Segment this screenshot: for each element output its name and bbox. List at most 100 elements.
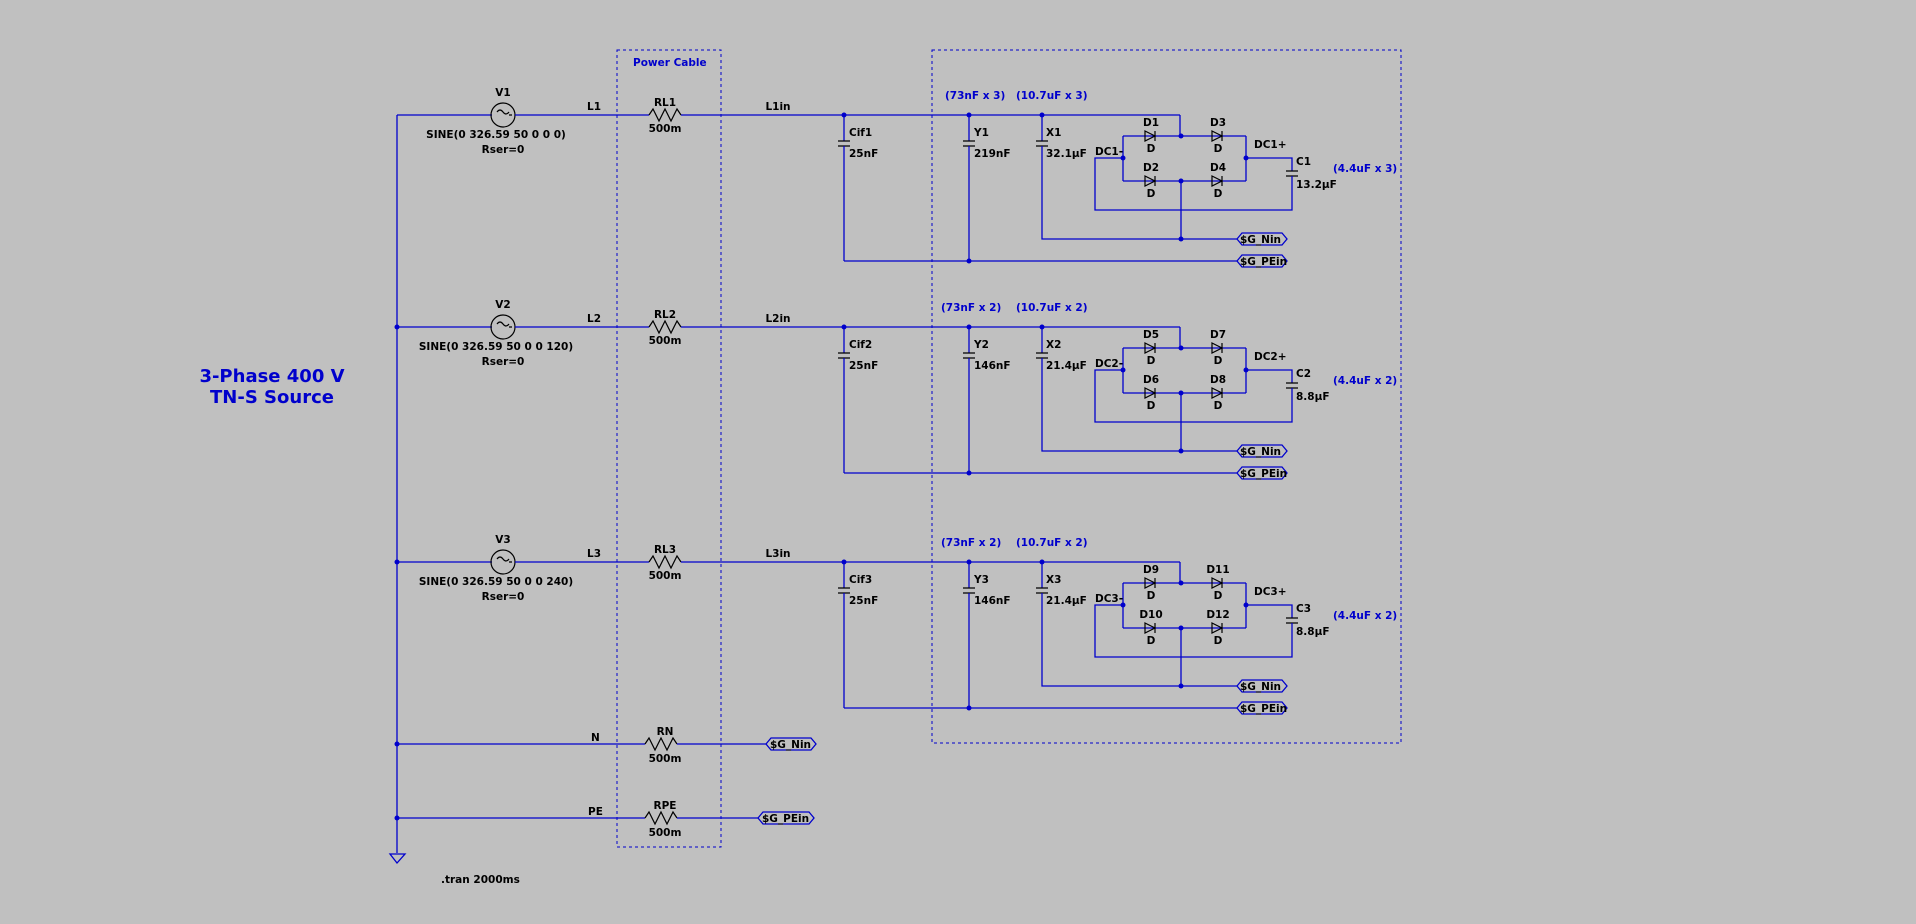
cable-res-value: 500m [649,123,682,135]
ground-symbol [388,853,407,865]
source-name: V2 [495,299,510,311]
x-note: (10.7uF x 3) [1016,90,1088,102]
dc-plus-label: DC1+ [1254,139,1287,151]
c-name: C1 [1296,156,1311,168]
dc-minus-label: DC3- [1095,593,1123,605]
diode-model: D [1214,400,1223,412]
rpe-value: 500m [649,827,682,839]
phase-row-1: V1 SINE(0 326.59 50 0 0 0) Rser=0 L1 RL1 500m… [397,87,1397,268]
c-note: (4.4uF x 2) [1333,610,1397,622]
source-rser: Rser=0 [482,144,525,156]
y-note: (73nF x 3) [945,90,1005,102]
svg-text:$G_Nin: $G_Nin [770,739,811,751]
phase-row-3: V3 SINE(0 326.59 50 0 0 240) Rser=0 L3 RL3 50… [394,534,1397,715]
dc-plus-label: DC2+ [1254,351,1287,363]
phase-net-label: L1 [587,101,601,113]
cif-value: 25nF [849,148,878,160]
earth-net-label: PE [588,806,603,818]
diode-model: D [1147,143,1156,155]
neutral-line: N RN 500m $G_Nin [394,726,817,765]
cable-res-value: 500m [649,570,682,582]
flag-pe-main: $G_PEin [757,811,815,825]
y-value: 146nF [974,360,1011,372]
diode-model: D [1214,355,1223,367]
c-note: (4.4uF x 2) [1333,375,1397,387]
cif-name: Cif1 [849,127,872,139]
c-name: C3 [1296,603,1311,615]
x-name: X3 [1046,574,1061,586]
flag-pe-1: $G_PEin [1236,254,1288,268]
diode-model: D [1147,400,1156,412]
cable-res-name: RL1 [654,97,676,109]
x-value: 21.4µF [1046,360,1087,372]
diode-name: D3 [1210,117,1226,129]
x-name: X1 [1046,127,1061,139]
y-note: (73nF x 2) [941,537,1001,549]
svg-text:$G_PEin: $G_PEin [762,813,809,825]
cif-name: Cif3 [849,574,872,586]
diode-name: D8 [1210,374,1226,386]
diode-name: D10 [1139,609,1162,621]
flag-pe-1-text: $G_PEin [1240,256,1287,268]
diode-name: D1 [1143,117,1159,129]
rn-name: RN [657,726,674,738]
c-value: 13.2µF [1296,179,1337,191]
neutral-net-label: N [591,732,600,744]
phase-net-label: L2 [587,313,601,325]
x-value: 21.4µF [1046,595,1087,607]
phase-in-net-label: L1in [765,101,790,113]
flag-pe-2-text: $G_PEin [1240,468,1287,480]
rpe-name: RPE [654,800,677,812]
source-rser: Rser=0 [482,591,525,603]
x-name: X2 [1046,339,1061,351]
phase-row-2: V2 SINE(0 326.59 50 0 0 120) Rser=0 L2 RL2 50… [394,299,1397,480]
flag-n-1-text: $G_Nin [1240,234,1281,246]
flag-n-main: $G_Nin [765,737,817,751]
y-name: Y2 [973,339,989,351]
diode-model: D [1214,635,1223,647]
y-name: Y3 [973,574,989,586]
diode-name: D7 [1210,329,1226,341]
source-value: SINE(0 326.59 50 0 0 120) [419,341,573,353]
y-name: Y1 [973,127,989,139]
cable-res-name: RL2 [654,309,676,321]
diode-name: D6 [1143,374,1159,386]
y-value: 219nF [974,148,1011,160]
diode-name: D12 [1206,609,1229,621]
rn-value: 500m [649,753,682,765]
x-note: (10.7uF x 2) [1016,537,1088,549]
flag-n-3-text: $G_Nin [1240,681,1281,693]
flag-n-1: $G_Nin [1236,232,1288,246]
source-name: V3 [495,534,510,546]
flag-pe-2: $G_PEin [1236,466,1288,480]
diode-name: D2 [1143,162,1159,174]
diode-name: D11 [1206,564,1229,576]
x-value: 32.1µF [1046,148,1087,160]
power-cable-label: Power Cable [633,57,707,69]
c-name: C2 [1296,368,1311,380]
diode-model: D [1147,635,1156,647]
flag-pe-3-text: $G_PEin [1240,703,1287,715]
cif-name: Cif2 [849,339,872,351]
phase-in-net-label: L3in [765,548,790,560]
flag-pe-3: $G_PEin [1236,701,1288,715]
flag-n-2: $G_Nin [1236,444,1288,458]
c-value: 8.8µF [1296,626,1330,638]
diode-name: D5 [1143,329,1159,341]
diode-model: D [1214,143,1223,155]
source-rser: Rser=0 [482,356,525,368]
cif-value: 25nF [849,360,878,372]
dc-minus-label: DC2- [1095,358,1123,370]
y-note: (73nF x 2) [941,302,1001,314]
tran-directive: .tran 2000ms [441,874,520,886]
y-value: 146nF [974,595,1011,607]
flag-n-2-text: $G_Nin [1240,446,1281,458]
schematic-canvas[interactable]: 3-Phase 400 V TN-S Source Power Cable .t… [0,0,1916,924]
cable-res-name: RL3 [654,544,676,556]
diode-model: D [1147,355,1156,367]
source-value: SINE(0 326.59 50 0 0 0) [426,129,566,141]
diode-name: D9 [1143,564,1159,576]
x-note: (10.7uF x 2) [1016,302,1088,314]
c-note: (4.4uF x 3) [1333,163,1397,175]
c-value: 8.8µF [1296,391,1330,403]
